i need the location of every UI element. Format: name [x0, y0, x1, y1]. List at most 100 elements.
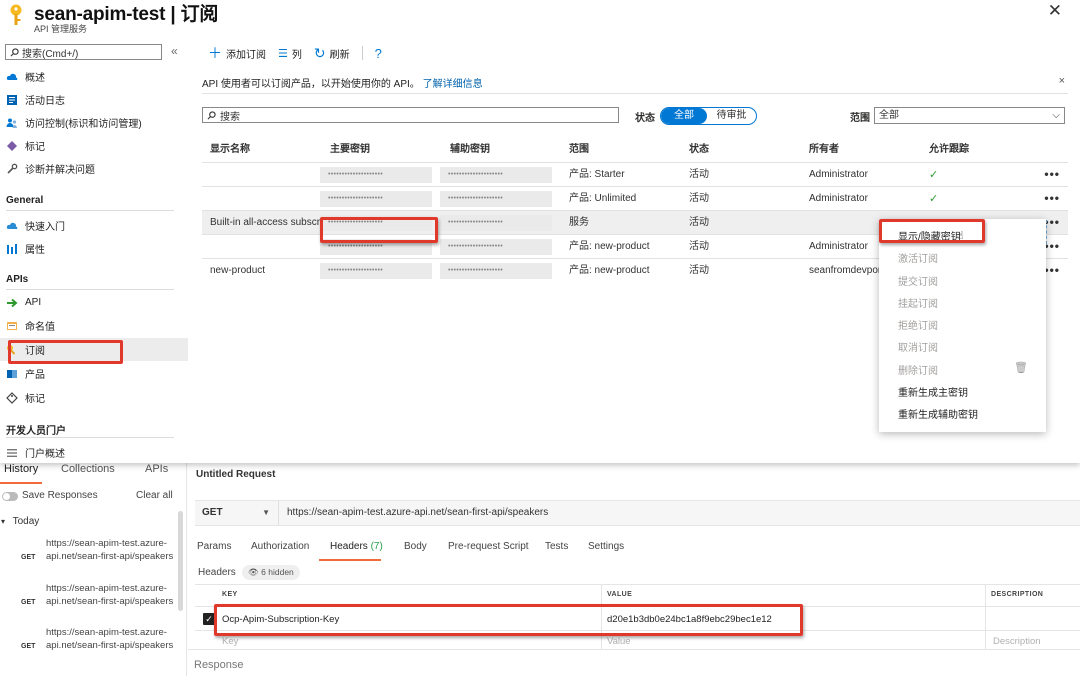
menu-divider: [6, 289, 174, 290]
primary-key-masked[interactable]: ••••••••••••••••••••: [320, 239, 432, 255]
sidebar-item-properties[interactable]: 属性: [0, 237, 188, 260]
new-value-input[interactable]: Value: [607, 636, 631, 647]
table-row[interactable]: •••••••••••••••••••• •••••••••••••••••••…: [202, 162, 1068, 186]
column-header-owner[interactable]: 所有者: [809, 138, 839, 162]
menu-item-submit[interactable]: 提交订阅: [898, 273, 938, 288]
method-select[interactable]: GET ▼: [195, 501, 279, 525]
secondary-key-masked[interactable]: ••••••••••••••••••••: [440, 215, 552, 231]
request-title[interactable]: Untitled Request: [196, 469, 275, 480]
column-header-primary-key[interactable]: 主要密钥: [330, 138, 370, 162]
secondary-key-masked[interactable]: ••••••••••••••••••••: [440, 167, 552, 183]
tab-history[interactable]: History: [4, 463, 38, 475]
header-key-input[interactable]: Ocp-Apim-Subscription-Key: [222, 614, 339, 625]
new-description-input[interactable]: Description: [993, 636, 1041, 647]
secondary-key-masked[interactable]: ••••••••••••••••••••: [440, 239, 552, 255]
more-actions-button[interactable]: •••: [1044, 187, 1060, 209]
menu-item-reject[interactable]: 拒绝订阅: [898, 317, 938, 332]
sidebar-item-quickstart[interactable]: 快速入门: [0, 214, 188, 237]
tab-headers[interactable]: Headers (7): [330, 541, 383, 552]
sidebar-item-named-values[interactable]: 命名值: [0, 314, 188, 337]
add-subscription-label: 添加订阅: [226, 49, 266, 61]
scope-dropdown[interactable]: 全部 ⌵: [874, 107, 1065, 124]
sidebar-item-subscriptions[interactable]: 订阅: [0, 338, 188, 361]
history-item[interactable]: GET https://sean-apim-test.azure-api.net…: [0, 538, 180, 582]
save-responses-toggle[interactable]: [2, 492, 18, 501]
menu-item-cancel[interactable]: 取消订阅: [898, 339, 938, 354]
tab-settings[interactable]: Settings: [588, 541, 624, 552]
response-section[interactable]: Response: [188, 649, 1080, 676]
sidebar-item-overview[interactable]: 概述: [0, 65, 188, 88]
menu-item-activate[interactable]: 激活订阅: [898, 250, 938, 265]
method-badge: GET: [21, 599, 36, 606]
menu-item-show-hide-keys[interactable]: 显示/隐藏密钥: [898, 228, 961, 243]
more-actions-button[interactable]: •••: [1044, 163, 1060, 185]
sidebar-item-api[interactable]: API: [0, 291, 188, 314]
sidebar-item-label: 诊断并解决问题: [25, 165, 95, 176]
tab-body[interactable]: Body: [404, 541, 427, 552]
sidebar-item-label: 属性: [25, 245, 45, 256]
close-icon[interactable]: ✕: [1048, 1, 1062, 21]
secondary-key-masked[interactable]: ••••••••••••••••••••: [440, 191, 552, 207]
tab-apis[interactable]: APIs: [145, 463, 168, 475]
table-row[interactable]: •••••••••••••••••••• •••••••••••••••••••…: [202, 186, 1068, 210]
refresh-button[interactable]: ↻ 刷新: [314, 45, 350, 62]
sidebar-item-portal-overview[interactable]: 门户概述: [0, 441, 188, 464]
help-button[interactable]: ?: [375, 46, 386, 61]
column-header-secondary-key[interactable]: 辅助密钥: [450, 138, 490, 162]
cell-status: 活动: [689, 193, 709, 204]
cell-name: new-product: [210, 265, 266, 276]
add-subscription-button[interactable]: ＋ 添加订阅: [208, 43, 266, 63]
hidden-headers-toggle[interactable]: 👁 6 hidden: [242, 565, 300, 580]
learn-more-link[interactable]: 了解详细信息: [423, 79, 483, 90]
sidebar-item-diagnose[interactable]: 诊断并解决问题: [0, 157, 188, 180]
status-pending-option[interactable]: 待审批: [707, 108, 756, 124]
sidebar-item-products[interactable]: 产品: [0, 362, 188, 385]
sidebar-item-activity-log[interactable]: 活动日志: [0, 88, 188, 111]
sidebar-scrollbar[interactable]: [178, 511, 183, 611]
sidebar-item-tags-apis[interactable]: 标记: [0, 386, 188, 409]
primary-key-masked[interactable]: ••••••••••••••••••••: [320, 263, 432, 279]
new-key-input[interactable]: Key: [222, 636, 238, 647]
request-url-input[interactable]: https://sean-apim-test.azure-api.net/sea…: [287, 501, 548, 525]
tab-collections[interactable]: Collections: [61, 463, 115, 475]
history-item[interactable]: GET https://sean-apim-test.azure-api.net…: [0, 583, 180, 627]
primary-key-masked[interactable]: ••••••••••••••••••••: [320, 215, 432, 231]
more-actions-button[interactable]: •••: [1044, 259, 1060, 281]
columns-button[interactable]: ☰ 列: [278, 46, 302, 61]
help-icon: ?: [374, 45, 382, 61]
clear-all-button[interactable]: Clear all: [136, 490, 173, 501]
column-header-status[interactable]: 状态: [689, 138, 709, 162]
tab-pre-request-script[interactable]: Pre-request Script: [448, 541, 529, 552]
menu-item-delete[interactable]: 删除订阅: [898, 362, 938, 377]
status-all-option[interactable]: 全部: [661, 108, 707, 124]
column-header-allow-tracing[interactable]: 允许跟踪: [929, 138, 969, 162]
sidebar-item-iam[interactable]: 访问控制(标识和访问管理): [0, 111, 188, 134]
menu-search-input[interactable]: 搜索(Cmd+/): [5, 44, 162, 60]
header-enabled-checkbox[interactable]: ✓: [203, 613, 215, 625]
tag-icon: [7, 140, 17, 151]
columns-icon: ☰: [278, 47, 288, 60]
sidebar-item-label: 门户概述: [25, 449, 65, 460]
header-value-input[interactable]: d20e1b3db0e24bc1a8f9ebc29bec1e12: [607, 614, 772, 625]
menu-item-suspend[interactable]: 挂起订阅: [898, 295, 938, 310]
tab-params[interactable]: Params: [197, 541, 231, 552]
column-header-scope[interactable]: 范围: [569, 138, 589, 162]
close-info-icon[interactable]: ×: [1059, 75, 1065, 87]
primary-key-masked[interactable]: ••••••••••••••••••••: [320, 167, 432, 183]
tab-authorization[interactable]: Authorization: [251, 541, 309, 552]
secondary-key-masked[interactable]: ••••••••••••••••••••: [440, 263, 552, 279]
history-item[interactable]: GET https://sean-apim-test.azure-api.net…: [0, 627, 180, 676]
menu-item-regenerate-secondary[interactable]: 重新生成辅助密钥: [898, 406, 978, 421]
column-header-name[interactable]: 显示名称: [210, 138, 250, 162]
primary-key-masked[interactable]: ••••••••••••••••••••: [320, 191, 432, 207]
sidebar-item-tags[interactable]: 标记: [0, 134, 188, 157]
cell-status: 活动: [689, 169, 709, 180]
save-responses-row: Save Responses Clear all: [0, 490, 187, 506]
tab-tests[interactable]: Tests: [545, 541, 568, 552]
method-badge: GET: [21, 643, 36, 650]
subscription-search-input[interactable]: 搜索: [202, 107, 619, 123]
columns-label: 列: [291, 49, 302, 61]
collapse-menu-icon[interactable]: «: [171, 44, 178, 58]
menu-item-regenerate-primary[interactable]: 重新生成主密钥: [898, 384, 968, 399]
history-group-today[interactable]: ▾ Today: [0, 516, 39, 527]
